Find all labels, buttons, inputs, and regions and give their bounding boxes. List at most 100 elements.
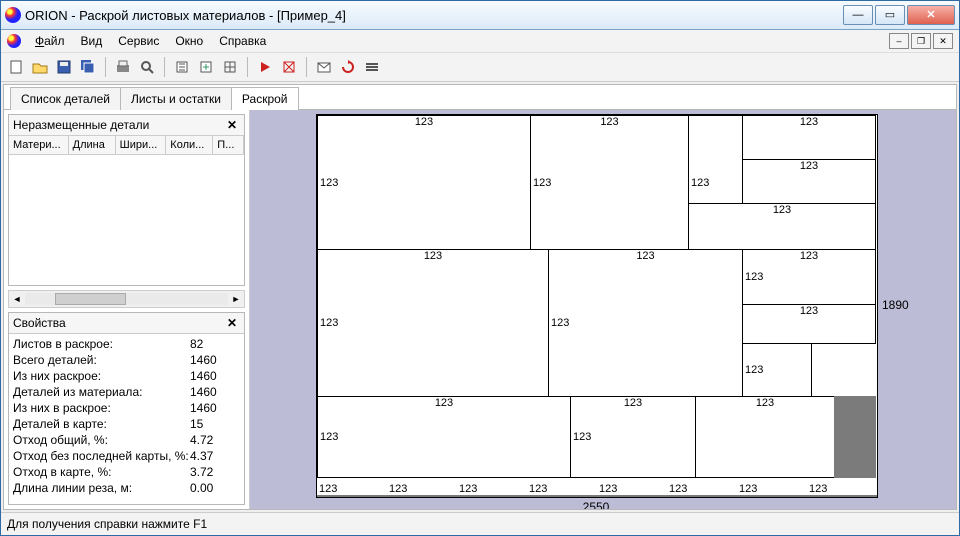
property-value: 4.72 [190, 432, 240, 448]
doc-icon [7, 34, 21, 48]
run-icon[interactable] [256, 58, 274, 76]
unplaced-panel-title: Неразмещенные детали [13, 118, 149, 132]
menu-file[interactable]: Файл [29, 32, 71, 50]
properties-panel-title: Свойства [13, 316, 66, 330]
property-row: Листов в раскрое:82 [13, 336, 240, 352]
piece[interactable]: 123123 [317, 396, 571, 478]
property-label: Отход общий, %: [13, 432, 190, 448]
sheet: 123123 123123 123 123 123 123 123123 123… [316, 114, 878, 498]
h-scrollbar[interactable]: ◄ ► [8, 290, 245, 308]
bottom-scale: 123123123123123123123123 [317, 483, 877, 495]
property-label: Листов в раскрое: [13, 336, 190, 352]
property-label: Длина линии реза, м: [13, 480, 190, 496]
preview-icon[interactable] [138, 58, 156, 76]
export-icon[interactable] [173, 58, 191, 76]
property-row: Отход общий, %:4.72 [13, 432, 240, 448]
scroll-right-icon[interactable]: ► [228, 294, 244, 304]
property-value: 15 [190, 416, 240, 432]
property-value: 1460 [190, 400, 240, 416]
col-count[interactable]: Коли... [166, 136, 213, 154]
menu-help[interactable]: Справка [213, 32, 272, 50]
property-row: Отход без последней карты, %:4.37 [13, 448, 240, 464]
col-extra[interactable]: П... [213, 136, 244, 154]
piece[interactable]: 123123 [742, 249, 876, 305]
menu-window[interactable]: Окно [169, 32, 209, 50]
property-value: 1460 [190, 384, 240, 400]
refresh-icon[interactable] [339, 58, 357, 76]
grid-header: Матери... Длина Шири... Коли... П... [9, 136, 244, 155]
piece[interactable]: 123 [742, 115, 876, 160]
status-bar: Для получения справки нажмите F1 [1, 512, 959, 535]
minimize-button[interactable]: — [843, 5, 873, 25]
piece[interactable]: 123 [742, 159, 876, 204]
app-icon [5, 7, 21, 23]
mdi-restore-button[interactable]: ❐ [911, 33, 931, 49]
property-row: Деталей в карте:15 [13, 416, 240, 432]
property-value: 0.00 [190, 480, 240, 496]
piece[interactable]: 123123 [548, 249, 743, 397]
open-icon[interactable] [31, 58, 49, 76]
import-icon[interactable] [197, 58, 215, 76]
sheet-width-label: 2550 [316, 500, 876, 509]
piece[interactable]: 123123 [570, 396, 696, 478]
tab-strip: Список деталей Листы и остатки Раскрой [4, 85, 956, 110]
property-label: Всего деталей: [13, 352, 190, 368]
layers-icon[interactable] [363, 58, 381, 76]
piece[interactable]: 123123 [317, 115, 531, 250]
scroll-thumb[interactable] [55, 293, 126, 305]
property-row: Из них раскрое:1460 [13, 368, 240, 384]
menu-view[interactable]: Вид [75, 32, 109, 50]
col-width[interactable]: Шири... [116, 136, 167, 154]
col-length[interactable]: Длина [69, 136, 116, 154]
property-label: Деталей из материала: [13, 384, 190, 400]
property-value: 1460 [190, 352, 240, 368]
scroll-left-icon[interactable]: ◄ [9, 294, 25, 304]
mdi-minimize-button[interactable]: – [889, 33, 909, 49]
piece[interactable]: 123123 [530, 115, 689, 250]
tab-parts-list[interactable]: Список деталей [10, 87, 121, 110]
tab-nesting[interactable]: Раскрой [231, 87, 299, 110]
sidebar: Неразмещенные детали ✕ Матери... Длина Ш… [4, 110, 250, 509]
piece[interactable]: 123 [742, 343, 812, 397]
maximize-button[interactable]: ▭ [875, 5, 905, 25]
close-button[interactable]: ✕ [907, 5, 955, 25]
mdi-close-button[interactable]: ✕ [933, 33, 953, 49]
property-row: Длина линии реза, м:0.00 [13, 480, 240, 496]
print-icon[interactable] [114, 58, 132, 76]
client-area: Список деталей Листы и остатки Раскрой Н… [3, 84, 957, 510]
save-icon[interactable] [55, 58, 73, 76]
unplaced-panel: Неразмещенные детали ✕ Матери... Длина Ш… [8, 114, 245, 286]
tab-sheets[interactable]: Листы и остатки [120, 87, 232, 110]
grid-icon[interactable] [221, 58, 239, 76]
toolbar [1, 52, 959, 82]
piece[interactable]: 123 [695, 396, 835, 478]
menu-bar: Файл Вид Сервис Окно Справка – ❐ ✕ [1, 30, 959, 52]
property-label: Из них в раскрое: [13, 400, 190, 416]
new-icon[interactable] [7, 58, 25, 76]
property-value: 1460 [190, 368, 240, 384]
properties-body: Листов в раскрое:82Всего деталей:1460Из … [9, 334, 244, 498]
stop-icon[interactable] [280, 58, 298, 76]
property-value: 82 [190, 336, 240, 352]
col-material[interactable]: Матери... [9, 136, 69, 154]
properties-panel: Свойства ✕ Листов в раскрое:82Всего дета… [8, 312, 245, 505]
property-value: 4.37 [190, 448, 240, 464]
property-row: Всего деталей:1460 [13, 352, 240, 368]
grid-body[interactable] [9, 155, 244, 285]
property-label: Деталей в карте: [13, 416, 190, 432]
property-label: Отход без последней карты, %: [13, 448, 190, 464]
nesting-canvas[interactable]: 123123 123123 123 123 123 123 123123 123… [250, 110, 956, 509]
piece[interactable]: 123 [742, 304, 876, 344]
menu-service[interactable]: Сервис [112, 32, 165, 50]
mail-icon[interactable] [315, 58, 333, 76]
sheet-height-label: 1890 [882, 114, 909, 496]
properties-panel-close-button[interactable]: ✕ [224, 316, 240, 330]
unplaced-panel-close-button[interactable]: ✕ [224, 118, 240, 132]
save-all-icon[interactable] [79, 58, 97, 76]
piece[interactable]: 123123 [317, 249, 549, 397]
property-label: Из них раскрое: [13, 368, 190, 384]
edge [317, 495, 877, 497]
piece[interactable]: 123 [688, 203, 876, 250]
app-window: ORION - Раскрой листовых материалов - [П… [0, 0, 960, 536]
title-bar[interactable]: ORION - Раскрой листовых материалов - [П… [1, 1, 959, 30]
